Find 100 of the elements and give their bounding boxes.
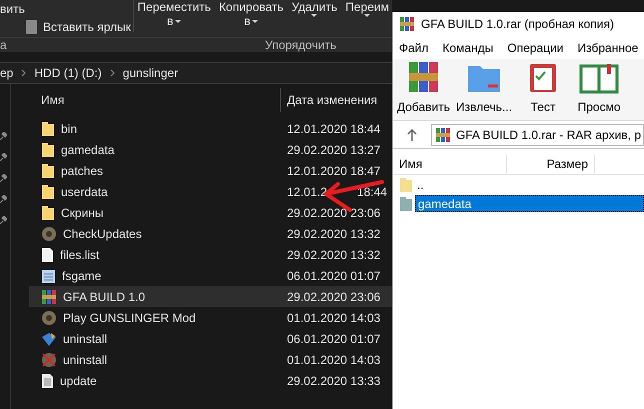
folder-icon <box>399 196 413 212</box>
caret-icon <box>252 20 258 22</box>
file-row[interactable]: files.list 29.02.2020 13:32 <box>29 244 392 265</box>
text-file-icon <box>41 372 54 388</box>
file-row[interactable]: patches 12.01.2020 18:47 <box>29 160 392 181</box>
paste-shortcut-button[interactable]: Вставить ярлык <box>0 20 134 34</box>
archive-row[interactable]: .. <box>415 176 644 193</box>
archive-row[interactable]: gamedata <box>415 195 644 212</box>
column-header[interactable]: Размер <box>507 154 595 172</box>
column-header[interactable]: Имя <box>29 90 280 108</box>
file-row[interactable]: bin 12.01.2020 18:44 <box>29 118 392 139</box>
menu-item[interactable]: Команды <box>442 39 494 57</box>
shortcut-icon <box>26 20 37 34</box>
file-name: update <box>60 372 97 390</box>
file-name: uninstall <box>63 330 108 348</box>
file-time: 18:44 <box>357 184 388 200</box>
crossed-disc-icon <box>41 352 57 368</box>
file-date: 12.01.2 <box>286 184 328 200</box>
file-row[interactable]: uninstall 01.01.2020 14:03 <box>29 349 392 370</box>
ribbon-group-label: а <box>0 39 8 51</box>
caret-icon <box>364 14 370 17</box>
books-icon <box>399 16 415 32</box>
column-header[interactable]: Дата изменения <box>280 88 378 112</box>
chevron-icon <box>110 69 115 77</box>
disc-icon <box>41 310 57 326</box>
file-name: uninstall <box>63 352 108 368</box>
breadcrumb-item[interactable]: ер <box>0 64 14 82</box>
file-name: fsgame <box>62 268 102 284</box>
file-row[interactable]: gamedata 29.02.2020 13:27 <box>29 139 392 160</box>
file-row[interactable]: Play GUNSLINGER Mod 01.01.2020 14:03 <box>29 307 392 328</box>
ribbon-group-label: Упорядочить <box>265 39 336 51</box>
ribbon-button[interactable]: Удалить <box>288 0 340 32</box>
file-row[interactable]: update 29.02.2020 13:33 <box>29 370 392 391</box>
file-date: 29.02.2020 23:06 <box>286 288 380 306</box>
file-date: 29.02.2020 23:06 <box>286 204 380 222</box>
menu-item[interactable]: Файл <box>399 39 429 57</box>
books-icon <box>435 126 451 142</box>
menu-item[interactable]: Избранное <box>578 39 638 57</box>
paste-label[interactable]: вить <box>0 2 134 16</box>
up-arrow-icon[interactable] <box>407 128 417 140</box>
file-date: 06.01.2020 01:07 <box>286 268 380 284</box>
pin-icon <box>0 153 7 161</box>
file-name: files.list <box>60 246 100 264</box>
file-date: 12.01.2020 18:44 <box>286 120 380 138</box>
ribbon-button[interactable]: Переим <box>342 0 392 32</box>
folder-icon <box>41 120 55 136</box>
menu-item[interactable]: Операции <box>507 39 564 57</box>
file-date: 29.02.2020 13:32 <box>286 246 380 264</box>
file-name: Play GUNSLINGER Mod <box>63 310 196 326</box>
window-title: GFA BUILD 1.0.rar (пробная копия) <box>421 16 614 32</box>
caret-icon <box>175 20 182 22</box>
pin-icon <box>0 132 7 140</box>
file-name: patches <box>61 162 104 180</box>
column-header[interactable]: Имя <box>393 154 507 172</box>
box-icon <box>41 330 57 346</box>
folder-icon <box>41 184 55 200</box>
file-row[interactable]: fsgame 06.01.2020 01:07 <box>29 265 392 286</box>
book-icon <box>579 62 620 94</box>
toolbar-button[interactable]: Тест <box>518 60 568 116</box>
toolbar-button[interactable]: Извлечь... <box>456 62 512 116</box>
file-date: 01.01.2020 14:03 <box>286 352 380 368</box>
toolbar-button[interactable]: Добавить <box>397 60 450 116</box>
address-bar[interactable]: ер HDD (1) (D:) gunslinger <box>0 62 392 84</box>
chevron-icon <box>21 69 26 77</box>
file-row[interactable]: userdata 12.01.2 18:44 <box>29 181 392 202</box>
file-date: 29.02.2020 13:33 <box>286 372 380 390</box>
folder-icon <box>41 162 55 178</box>
notepad-icon <box>41 268 56 284</box>
file-date: 01.01.2020 14:03 <box>286 310 380 326</box>
disc-icon <box>41 226 57 242</box>
file-row[interactable]: Скрины 29.02.2020 23:06 <box>29 202 392 223</box>
books-icon <box>41 288 57 304</box>
pin-icon <box>0 216 7 224</box>
file-date: 06.01.2020 01:07 <box>286 330 380 348</box>
folder-icon <box>41 204 55 220</box>
file-name: bin <box>61 120 78 138</box>
file-name: CheckUpdates <box>63 226 142 242</box>
breadcrumb-item[interactable]: HDD (1) (D:) <box>34 64 102 82</box>
file-icon <box>41 246 54 262</box>
toolbar-button[interactable]: Просмо <box>574 62 624 116</box>
breadcrumb-item[interactable]: gunslinger <box>122 64 178 82</box>
ribbon-button[interactable]: Копировать в <box>216 0 287 32</box>
file-name: GFA BUILD 1.0 <box>63 288 146 306</box>
file-name: gamedata <box>61 142 114 158</box>
file-name: userdata <box>61 184 108 200</box>
file-date: 29.02.2020 13:32 <box>286 226 380 242</box>
file-row[interactable]: uninstall 06.01.2020 01:07 <box>29 328 392 349</box>
pin-icon <box>0 174 7 182</box>
path-field[interactable]: GFA BUILD 1.0.rar - RAR архив, р <box>431 124 644 146</box>
books-icon <box>406 60 441 94</box>
file-date: 29.02.2020 13:27 <box>286 142 380 158</box>
ribbon-button[interactable]: Переместить в <box>134 0 214 32</box>
folder-icon <box>41 142 55 158</box>
file-name: Скрины <box>61 204 104 222</box>
file-row[interactable]: GFA BUILD 1.0 29.02.2020 23:06 <box>29 286 392 307</box>
folder-icon <box>399 176 413 192</box>
file-date: 12.01.2020 18:47 <box>286 162 380 180</box>
caret-icon <box>311 14 318 17</box>
file-row[interactable]: CheckUpdates 29.02.2020 13:32 <box>29 223 392 244</box>
pin-icon <box>0 195 7 203</box>
